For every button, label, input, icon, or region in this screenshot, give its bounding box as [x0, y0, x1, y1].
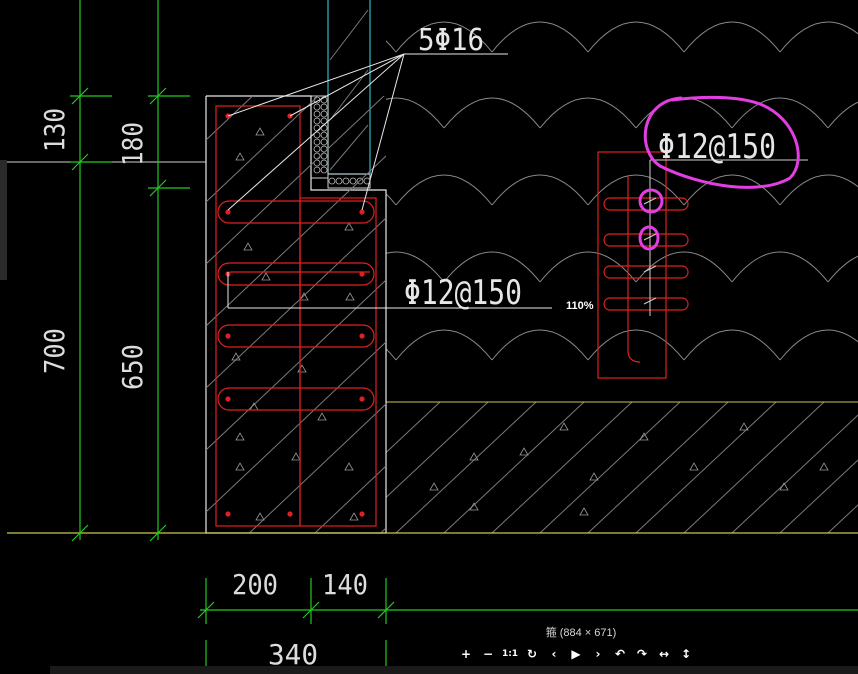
rotate-right-button[interactable]: ↷	[632, 645, 652, 663]
dim-left-outer-bottom: 700	[38, 328, 71, 374]
rotate-right-icon: ↷	[636, 647, 648, 661]
rotate-left-icon: ↶	[614, 647, 626, 661]
refresh-icon: ↻	[526, 647, 538, 661]
one-to-one-icon: 1:1	[501, 649, 519, 659]
dim-left-inner-bottom: 650	[116, 344, 149, 390]
cad-drawing: 5Φ16 Φ12@150 Φ12@150 130 700 180 650 200…	[7, 0, 858, 674]
rotate-left-button[interactable]: ↶	[610, 645, 630, 663]
markup-circles	[638, 95, 800, 251]
next-button[interactable]: ›	[588, 645, 608, 663]
previous-button[interactable]: ‹	[544, 645, 564, 663]
image-viewer: 5Φ16 Φ12@150 Φ12@150 130 700 180 650 200…	[0, 0, 858, 674]
actual-size-button[interactable]: 1:1	[500, 645, 520, 663]
flip-horizontal-button[interactable]: ↔	[654, 645, 674, 663]
refresh-button[interactable]: ↻	[522, 645, 542, 663]
dim-left-outer-top: 130	[38, 108, 71, 152]
rebar-leader-lines	[227, 53, 508, 211]
chevron-right-icon: ›	[595, 647, 601, 661]
play-button[interactable]: ▶	[566, 645, 586, 663]
minus-icon: −	[482, 647, 494, 661]
rebar-top-label: 5Φ16	[418, 23, 484, 58]
flip-vertical-button[interactable]: ↕	[676, 645, 696, 663]
zoom-level: 110%	[566, 300, 594, 312]
zoom-in-button[interactable]: +	[456, 645, 476, 663]
play-icon: ▶	[571, 647, 581, 661]
stirrup-detail	[597, 151, 689, 379]
viewer-bottom-bar	[50, 666, 858, 674]
stirrup-label-main: Φ12@150	[404, 273, 522, 313]
dim-left-inner-top: 180	[116, 122, 149, 166]
dim-bottom-left: 200	[232, 568, 278, 601]
flip-vertical-icon: ↕	[680, 647, 692, 661]
wall-section	[327, 0, 371, 175]
stirrup-label-detail: Φ12@150	[658, 127, 776, 167]
dim-bottom-right: 140	[322, 568, 368, 601]
zoom-out-button[interactable]: −	[478, 645, 498, 663]
chevron-left-icon: ‹	[551, 647, 557, 661]
flip-horizontal-icon: ↔	[658, 647, 670, 661]
vertical-dimensions	[70, 0, 190, 542]
plus-icon: +	[460, 647, 472, 661]
viewer-toolbar: + −1:1 ↻ ‹ ▶ › ↶ ↷ ↔ ↕	[456, 645, 696, 663]
